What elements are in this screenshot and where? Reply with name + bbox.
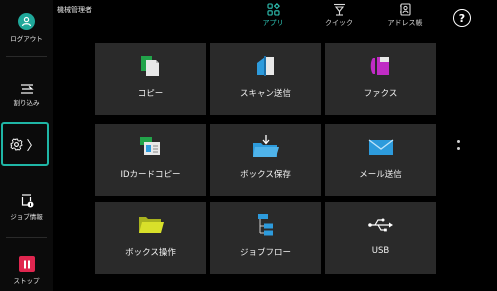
logout-button[interactable]: ログアウト (0, 13, 53, 43)
app-tile-label: ファクス (363, 89, 398, 99)
tab-quick[interactable]: クイック (312, 3, 366, 35)
tab-quick-label: クイック (325, 19, 353, 27)
job-flow-icon (258, 214, 273, 236)
fax-icon (370, 57, 389, 75)
help-button[interactable]: ? (453, 9, 471, 27)
app-tile-label: メール送信 (359, 170, 402, 180)
box-save-icon (253, 135, 279, 157)
logout-icon (18, 13, 35, 30)
chevron-right-icon: 〉 (26, 138, 40, 154)
app-tile-label: USB (371, 246, 390, 256)
address-book-icon (399, 3, 411, 16)
user-name: 機械管理者 (57, 6, 92, 14)
app-tile-id-card-copy[interactable]: IDカードコピー (95, 124, 206, 196)
page-indicator-dot (457, 147, 460, 150)
app-tile-label: ボックス保存 (240, 170, 291, 180)
quick-icon (333, 3, 345, 16)
app-tile-copy[interactable]: コピー (95, 43, 206, 115)
gear-icon (10, 137, 24, 151)
interrupt-icon (20, 84, 34, 94)
page-indicator-dot (457, 140, 460, 143)
app-tile-box-save[interactable]: ボックス保存 (210, 124, 321, 196)
tab-address-book[interactable]: アドレス帳 (378, 3, 432, 35)
app-tile-label: スキャン送信 (239, 89, 291, 99)
app-tile-fax[interactable]: ファクス (325, 43, 436, 115)
interrupt-label: 割り込み (13, 99, 40, 107)
sidebar-divider (6, 56, 47, 57)
id-card-icon (140, 137, 160, 155)
tab-address-book-label: アドレス帳 (387, 19, 423, 27)
app-tile-label: ジョブフロー (239, 248, 291, 258)
tab-apps[interactable]: アプリ (246, 3, 300, 35)
logout-label: ログアウト (10, 35, 43, 43)
job-status-icon (21, 194, 33, 208)
app-tile-label: ボックス操作 (125, 248, 176, 258)
interrupt-button[interactable]: 割り込み (0, 82, 53, 107)
help-icon: ? (458, 11, 466, 25)
apps-grid-icon (266, 3, 280, 16)
tab-apps-label: アプリ (262, 19, 284, 27)
app-tile-box-operation[interactable]: ボックス操作 (95, 202, 206, 274)
scan-icon (257, 56, 274, 76)
sidebar: ログアウト 割り込み 〉 ジョブ情報 ストップ (0, 0, 53, 291)
job-status-button[interactable]: ジョブ情報 (0, 193, 53, 221)
copy-icon (141, 56, 159, 76)
usb-icon (368, 218, 393, 232)
stop-icon (18, 256, 35, 272)
sidebar-divider (6, 237, 47, 238)
settings-button[interactable]: 〉 (1, 122, 49, 166)
stop-label: ストップ (13, 277, 40, 285)
app-tile-job-flow[interactable]: ジョブフロー (210, 202, 321, 274)
mail-icon (368, 139, 394, 155)
app-tile-label: コピー (137, 89, 164, 99)
app-tile-usb[interactable]: USB (325, 202, 436, 274)
box-operation-icon (139, 217, 164, 233)
app-tile-label: IDカードコピー (120, 170, 181, 180)
job-status-label: ジョブ情報 (10, 213, 43, 221)
app-tile-scan-send[interactable]: スキャン送信 (210, 43, 321, 115)
stop-button[interactable]: ストップ (0, 256, 53, 285)
app-tile-email-send[interactable]: メール送信 (325, 124, 436, 196)
